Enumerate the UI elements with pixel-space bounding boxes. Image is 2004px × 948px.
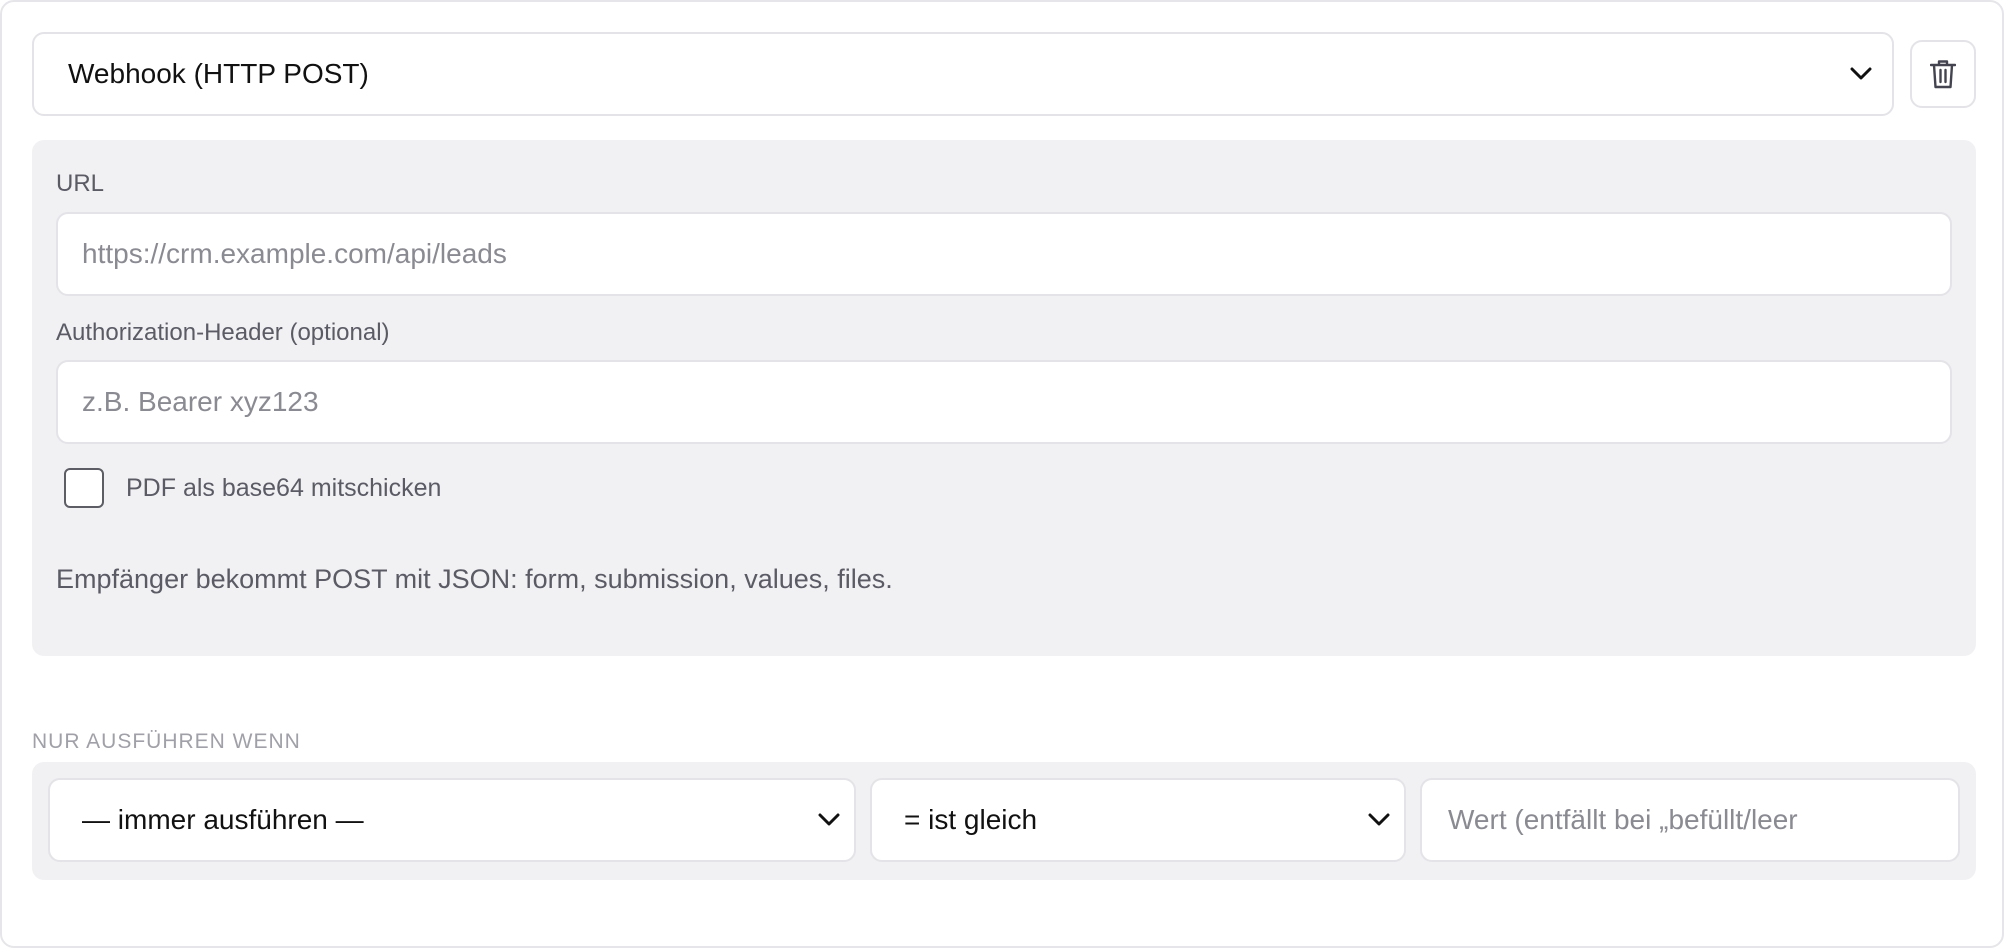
action-card: Webhook (HTTP POST) URL https://crm.exam…: [0, 0, 2004, 948]
chevron-down-icon: [1368, 813, 1390, 826]
delete-action-button[interactable]: [1910, 40, 1976, 108]
url-input[interactable]: https://crm.example.com/api/leads: [56, 212, 1952, 296]
chevron-down-icon: [818, 813, 840, 826]
condition-operator-select[interactable]: = ist gleich: [870, 778, 1406, 862]
pdf-base64-checkbox-label[interactable]: PDF als base64 mitschicken: [126, 474, 441, 503]
chevron-down-icon: [1850, 67, 1872, 80]
auth-header-input[interactable]: z.B. Bearer xyz123: [56, 360, 1952, 444]
webhook-help-text: Empfänger bekommt POST mit JSON: form, s…: [56, 564, 893, 594]
auth-header-label: Authorization-Header (optional): [56, 319, 390, 346]
pdf-base64-checkbox[interactable]: [64, 468, 104, 508]
condition-field-value: — immer ausführen —: [82, 804, 364, 835]
condition-field-select[interactable]: — immer ausführen —: [48, 778, 856, 862]
action-type-select[interactable]: Webhook (HTTP POST): [32, 32, 1894, 116]
condition-heading: NUR AUSFÜHREN WENN: [32, 730, 301, 753]
trash-icon: [1930, 60, 1956, 89]
condition-operator-value: = ist gleich: [904, 804, 1038, 835]
action-type-value: Webhook (HTTP POST): [68, 58, 369, 89]
url-label: URL: [56, 170, 105, 197]
condition-value-input[interactable]: Wert (entfällt bei „befüllt/leer: [1420, 778, 1960, 862]
webhook-config-panel: URL https://crm.example.com/api/leads Au…: [32, 140, 1976, 656]
condition-row: — immer ausführen — = ist gleich Wert (e…: [32, 762, 1976, 880]
